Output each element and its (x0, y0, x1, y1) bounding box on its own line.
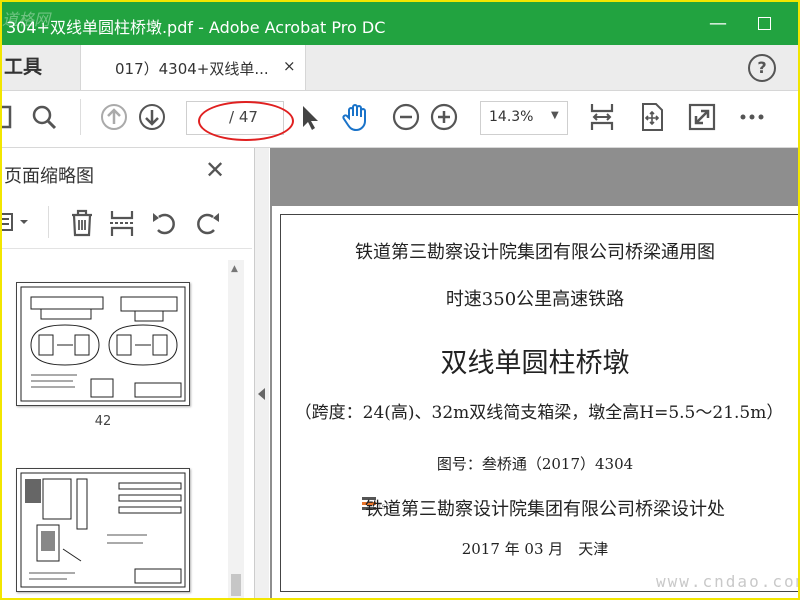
help-icon[interactable]: ? (748, 54, 776, 82)
toolbar: / 47 14.3% ▼ (2, 91, 798, 148)
thumbnail-list: 42 (2, 260, 230, 598)
zoom-in-icon[interactable] (428, 101, 460, 133)
site-watermark: www.cndao.com (656, 572, 800, 591)
select-cursor-icon[interactable] (294, 101, 326, 133)
app-window: 道格网 304+双线单圆柱桥墩.pdf - Adobe Acrobat Pro … (0, 0, 800, 600)
doc-institute-line: 铁道第三勘察设计院集团有限公司桥梁通用图 (355, 242, 715, 263)
zoom-select[interactable]: 14.3% ▼ (480, 101, 568, 135)
doc-department: 铁道第三勘察设计院集团有限公司桥梁设计处 (365, 499, 725, 520)
window-title: 304+双线单圆柱桥墩.pdf - Adobe Acrobat Pro DC (6, 18, 386, 37)
options-menu-icon[interactable] (0, 208, 36, 236)
collapse-arrow-icon (258, 388, 265, 400)
more-icon[interactable] (736, 101, 768, 133)
page-thumbnail[interactable] (16, 282, 190, 406)
scrollbar-thumb[interactable] (231, 574, 241, 596)
doc-subtitle: 时速350公里高速铁路 (445, 289, 625, 310)
panel-title: 页面缩略图 (4, 166, 94, 187)
scroll-up-icon[interactable]: ▲ (231, 264, 238, 274)
tab-tools[interactable]: 工具 (2, 45, 82, 90)
drawing-preview (20, 286, 186, 402)
doc-span-note: （跨度：24(高)、32m双线简支箱梁，墩全高H=5.5～21.5m） (294, 403, 784, 423)
hand-tool-icon[interactable] (340, 101, 372, 133)
chevron-down-icon: ▼ (551, 110, 559, 121)
document-view[interactable]: 铁道第三勘察设计院集团有限公司桥梁通用图 时速350公里高速铁路 双线单圆柱桥墩… (270, 148, 798, 598)
tab-close-icon[interactable]: × (283, 57, 296, 75)
maximize-icon (757, 17, 771, 30)
save-icon[interactable] (0, 101, 20, 133)
search-icon[interactable] (28, 101, 60, 133)
zoom-value: 14.3% (489, 109, 534, 125)
zoom-out-icon[interactable] (390, 101, 422, 133)
fit-width-icon[interactable] (586, 101, 618, 133)
minimize-icon: — (709, 13, 727, 34)
tab-document-label: 017）4304+双线单... (115, 60, 269, 78)
prev-page-icon[interactable] (98, 101, 130, 133)
page-number-highlight (198, 101, 294, 141)
thumbnail-panel: 页面缩略图 ✕ 42 ▲ (2, 148, 255, 598)
thumbnail-page-label: 42 (94, 414, 112, 429)
doc-title: 双线单圆柱桥墩 (440, 348, 630, 379)
drawing-preview (20, 472, 186, 588)
extract-pages-icon[interactable] (108, 208, 136, 238)
rotate-page-icon[interactable] (636, 101, 668, 133)
delete-icon[interactable] (68, 208, 96, 238)
title-bar: 道格网 304+双线单圆柱桥墩.pdf - Adobe Acrobat Pro … (2, 2, 798, 45)
thumbnail-scrollbar[interactable]: ▲ (228, 260, 244, 598)
panel-toolbar (2, 198, 252, 249)
maximize-button[interactable] (750, 10, 778, 38)
rotate-right-icon[interactable] (192, 208, 222, 238)
panel-collapse-handle[interactable] (255, 148, 269, 598)
page-thumbnail[interactable] (16, 468, 190, 592)
doc-date: 2017 年 03 月 天津 (461, 540, 609, 558)
minimize-button[interactable]: — (704, 10, 732, 38)
full-screen-icon[interactable] (686, 101, 718, 133)
panel-close-icon[interactable]: ✕ (205, 156, 225, 184)
tab-bar: 工具 017）4304+双线单... × ? (2, 45, 798, 91)
doc-drawing-number: 图号：叁桥通（2017）4304 (436, 455, 634, 473)
document-page: 铁道第三勘察设计院集团有限公司桥梁通用图 时速350公里高速铁路 双线单圆柱桥墩… (272, 206, 798, 598)
next-page-icon[interactable] (136, 101, 168, 133)
panel-separator (48, 206, 49, 238)
toolbar-separator (80, 99, 81, 135)
rotate-left-icon[interactable] (150, 208, 180, 238)
tab-document[interactable]: 017）4304+双线单... × (80, 45, 306, 90)
